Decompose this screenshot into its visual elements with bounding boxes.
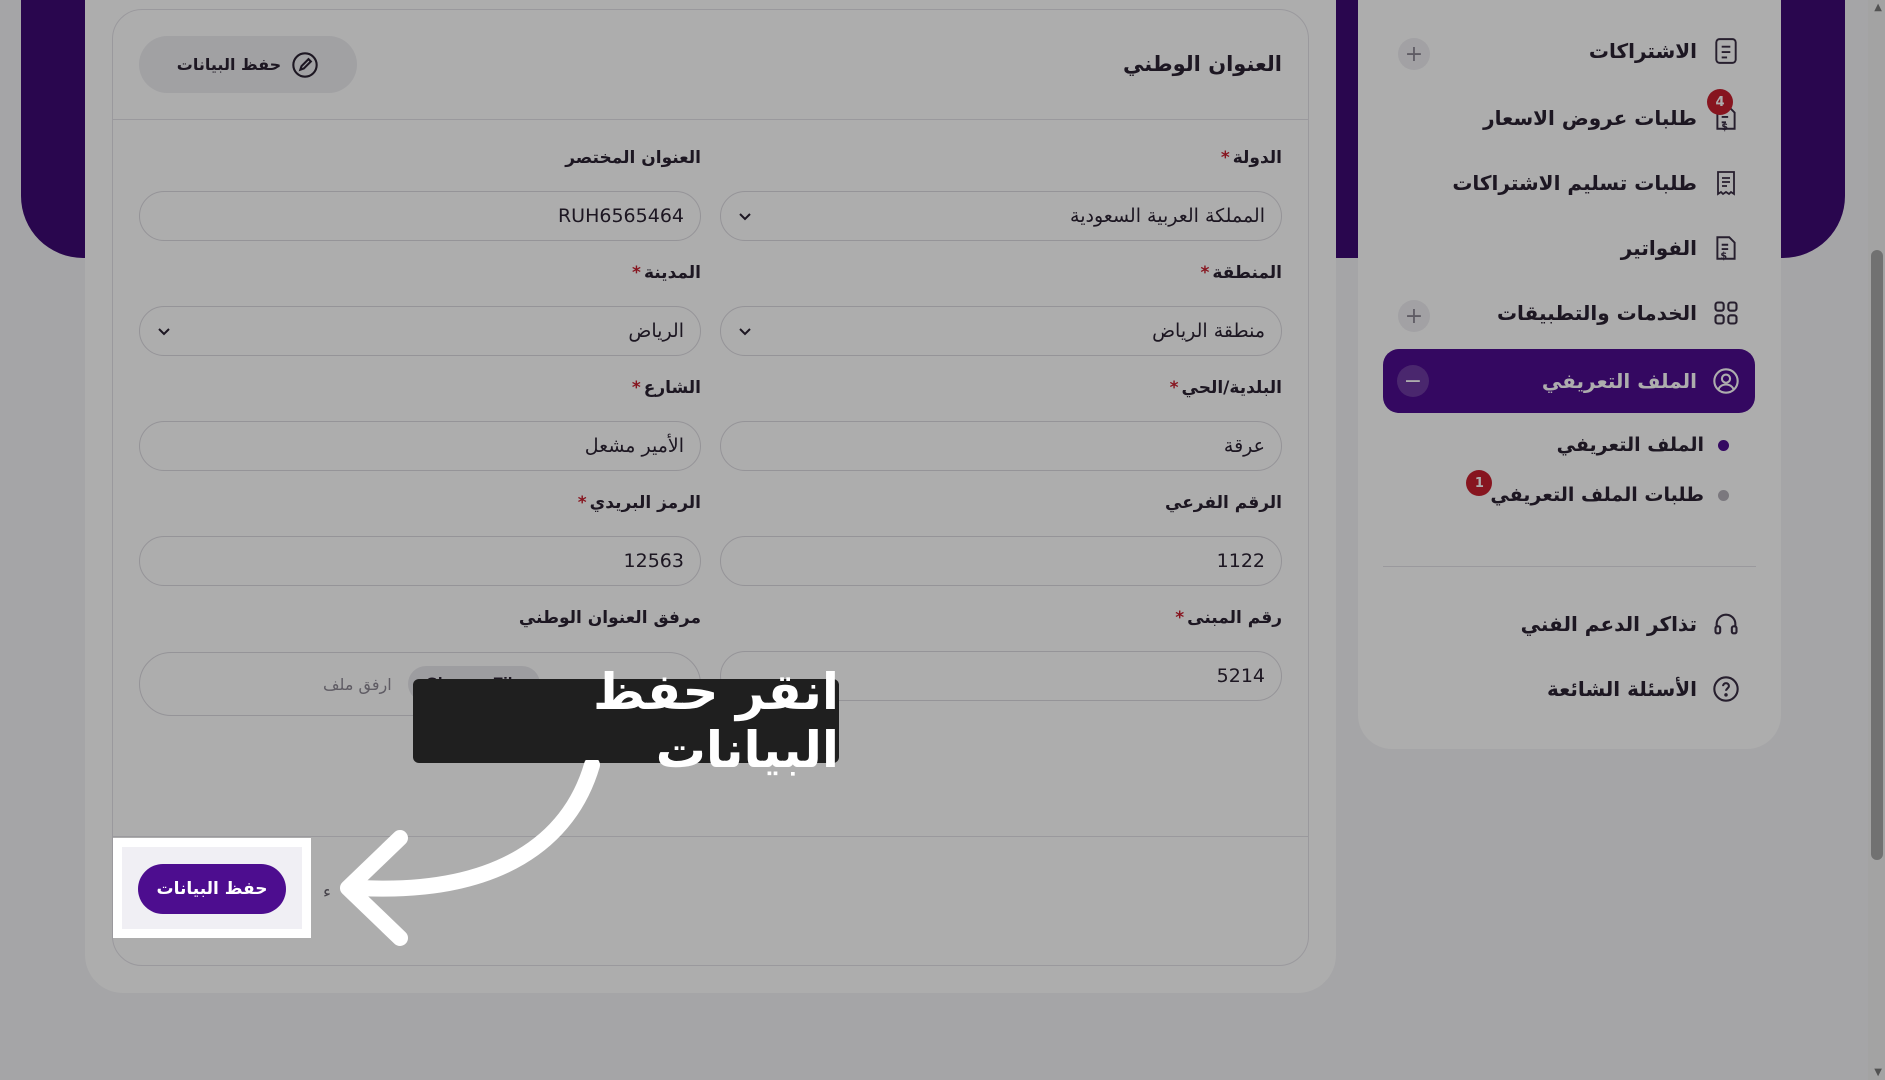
scroll-up-arrow-icon[interactable]: ▲ <box>1874 2 1882 13</box>
district-input[interactable]: عرقة <box>720 421 1282 471</box>
postal-code-value: 12563 <box>623 550 684 572</box>
footer-save-button[interactable]: حفظ البيانات <box>138 864 286 914</box>
region-select[interactable]: منطقة الرياض <box>720 306 1282 356</box>
short-address-value: RUH6565464 <box>557 205 684 227</box>
expand-plus-button[interactable]: + <box>1398 300 1430 332</box>
sidebar-item-label: الخدمات والتطبيقات <box>1496 301 1697 325</box>
scroll-down-arrow-icon[interactable]: ▼ <box>1874 1067 1882 1078</box>
country-value: المملكة العربية السعودية <box>1070 205 1265 227</box>
page-scrollbar[interactable]: ▲ ▼ <box>1868 0 1885 1080</box>
quote-dollar-icon: $ 4 <box>1707 89 1741 133</box>
sidebar-item-faq[interactable]: الأسئلة الشائعة <box>1547 674 1741 704</box>
secondary-number-input[interactable]: 1122 <box>720 536 1282 586</box>
postal-code-label: الرمز البريدي* <box>577 493 701 513</box>
street-input[interactable]: الأمير مشعل <box>139 421 701 471</box>
postal-code-input[interactable]: 12563 <box>139 536 701 586</box>
city-value: الرياض <box>628 320 684 342</box>
short-address-input[interactable]: RUH6565464 <box>139 191 701 241</box>
header-band-right <box>1781 0 1845 258</box>
expand-plus-button[interactable]: + <box>1398 38 1430 70</box>
highlight-box: حفظ البيانات <box>113 838 311 938</box>
street-value: الأمير مشعل <box>584 435 684 457</box>
quote-requests-badge: 4 <box>1707 89 1733 115</box>
sidebar-item-services-apps[interactable]: الخدمات والتطبيقات <box>1497 298 1741 328</box>
district-value: عرقة <box>1223 435 1265 457</box>
sidebar-item-label: طلبات عروض الاسعار <box>1483 106 1697 130</box>
national-address-card: العنوان الوطني حفظ البيانات الدولة* العن… <box>112 9 1309 966</box>
sidebar-item-label: الاشتراكات <box>1588 39 1697 63</box>
chevron-down-icon <box>737 323 753 339</box>
sidebar-item-profile[interactable]: الملف التعريفي − <box>1383 349 1755 413</box>
inactive-dot-icon <box>1718 489 1729 501</box>
district-label: البلدية/الحي* <box>1169 378 1282 398</box>
headset-icon <box>1711 609 1741 639</box>
sidebar-item-label: الأسئلة الشائعة <box>1547 677 1697 701</box>
country-label: الدولة* <box>1220 148 1282 168</box>
header-save-button[interactable]: حفظ البيانات <box>139 36 357 93</box>
attachment-label: مرفق العنوان الوطني <box>518 608 701 628</box>
country-select[interactable]: المملكة العربية السعودية <box>720 191 1282 241</box>
sidebar-item-profile-row: الملف التعريفي <box>1542 366 1741 396</box>
receipt-icon <box>1711 168 1741 198</box>
document-icon <box>1711 36 1741 66</box>
street-label: الشارع* <box>631 378 701 398</box>
sidebar-subitem-label: الملف التعريفي <box>1556 434 1704 456</box>
attachment-placeholder: ارفق ملف <box>322 674 392 694</box>
sidebar-subitem-label: طلبات الملف التعريفي <box>1490 484 1704 506</box>
city-label: المدينة* <box>632 263 701 283</box>
chevron-down-icon <box>156 323 172 339</box>
secondary-number-label: الرقم الفرعي <box>1165 493 1282 513</box>
collapse-minus-button[interactable]: − <box>1397 365 1429 397</box>
sidebar-item-label: الفواتير <box>1620 236 1697 260</box>
short-address-label: العنوان المختصر <box>565 148 701 168</box>
chevron-down-icon <box>737 208 753 224</box>
region-value: منطقة الرياض <box>1152 320 1265 342</box>
user-circle-icon <box>1711 366 1741 396</box>
edit-icon <box>291 51 319 79</box>
section-title: العنوان الوطني <box>1123 52 1282 76</box>
svg-text:$: $ <box>1720 251 1727 262</box>
header-band-middle <box>1336 0 1358 258</box>
tutorial-arrow-icon <box>340 760 600 946</box>
sidebar-item-label: طلبات تسليم الاشتراكات <box>1452 171 1697 195</box>
profile-requests-badge: 1 <box>1466 470 1493 496</box>
sidebar-item-label: تذاكر الدعم الفني <box>1520 612 1697 636</box>
building-number-label: رقم المبنى* <box>1175 608 1282 628</box>
sidebar-subitem-profile-requests[interactable]: طلبات الملف التعريفي 1 <box>1466 470 1729 506</box>
sidebar-item-quote-requests[interactable]: $ 4 طلبات عروض الاسعار <box>1483 89 1741 133</box>
sidebar-divider <box>1383 566 1756 567</box>
invoice-dollar-icon: $ <box>1711 233 1741 263</box>
footer-divider <box>113 836 1308 837</box>
svg-text:$: $ <box>1721 122 1728 132</box>
active-dot-icon <box>1718 439 1729 451</box>
sidebar-item-subscriptions[interactable]: الاشتراكات <box>1589 36 1741 66</box>
sidebar-item-subscription-delivery[interactable]: طلبات تسليم الاشتراكات <box>1452 168 1741 198</box>
sidebar-subitem-profile[interactable]: الملف التعريفي <box>1557 434 1729 456</box>
city-select[interactable]: الرياض <box>139 306 701 356</box>
grid-icon <box>1711 298 1741 328</box>
header-save-label: حفظ البيانات <box>176 55 282 74</box>
question-icon <box>1711 674 1741 704</box>
scrollbar-thumb[interactable] <box>1871 250 1883 860</box>
secondary-number-value: 1122 <box>1216 550 1265 572</box>
sidebar-item-support-tickets[interactable]: تذاكر الدعم الفني <box>1521 609 1741 639</box>
sidebar-item-invoices[interactable]: $ الفواتير <box>1621 233 1741 263</box>
sidebar: الاشتراكات + $ 4 طلبات عروض الاسعار طلبا… <box>1358 0 1781 749</box>
region-label: المنطقة* <box>1200 263 1282 283</box>
header-band-left <box>21 0 85 258</box>
header-divider <box>113 119 1308 120</box>
tutorial-tooltip: انقر حفظ البيانات <box>413 663 839 779</box>
sidebar-item-label: الملف التعريفي <box>1541 369 1697 393</box>
